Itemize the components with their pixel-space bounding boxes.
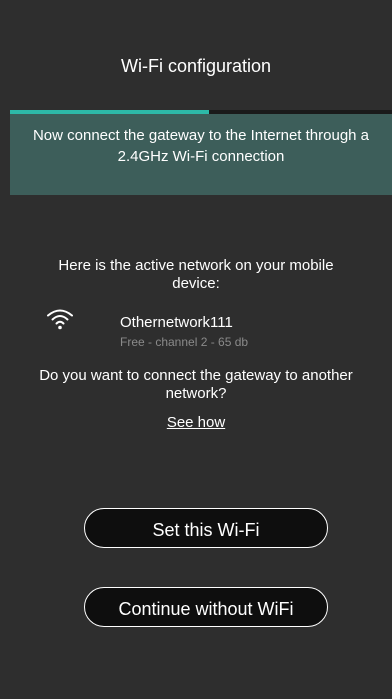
wifi-icon (47, 309, 73, 330)
network-details: Free - channel 2 - 65 db (120, 335, 249, 349)
page-title: Wi-Fi configuration (120, 56, 272, 76)
see-how-container: See how (0, 414, 392, 431)
active-network-label: Here is the active network on your mobil… (58, 257, 334, 292)
instruction-banner: Now connect the gateway to the Internet … (10, 114, 392, 195)
instruction-banner-text: Now connect the gateway to the Internet … (32, 127, 370, 165)
continue-without-wifi-button[interactable]: Continue without WiFi (84, 587, 328, 627)
header: Wi-Fi configuration (0, 0, 392, 110)
other-network-question: Do you want to connect the gateway to an… (39, 367, 353, 402)
network-name: Othernetwork111 (120, 314, 233, 331)
see-how-link[interactable]: See how (167, 414, 225, 431)
set-wifi-button[interactable]: Set this Wi-Fi (84, 508, 328, 548)
